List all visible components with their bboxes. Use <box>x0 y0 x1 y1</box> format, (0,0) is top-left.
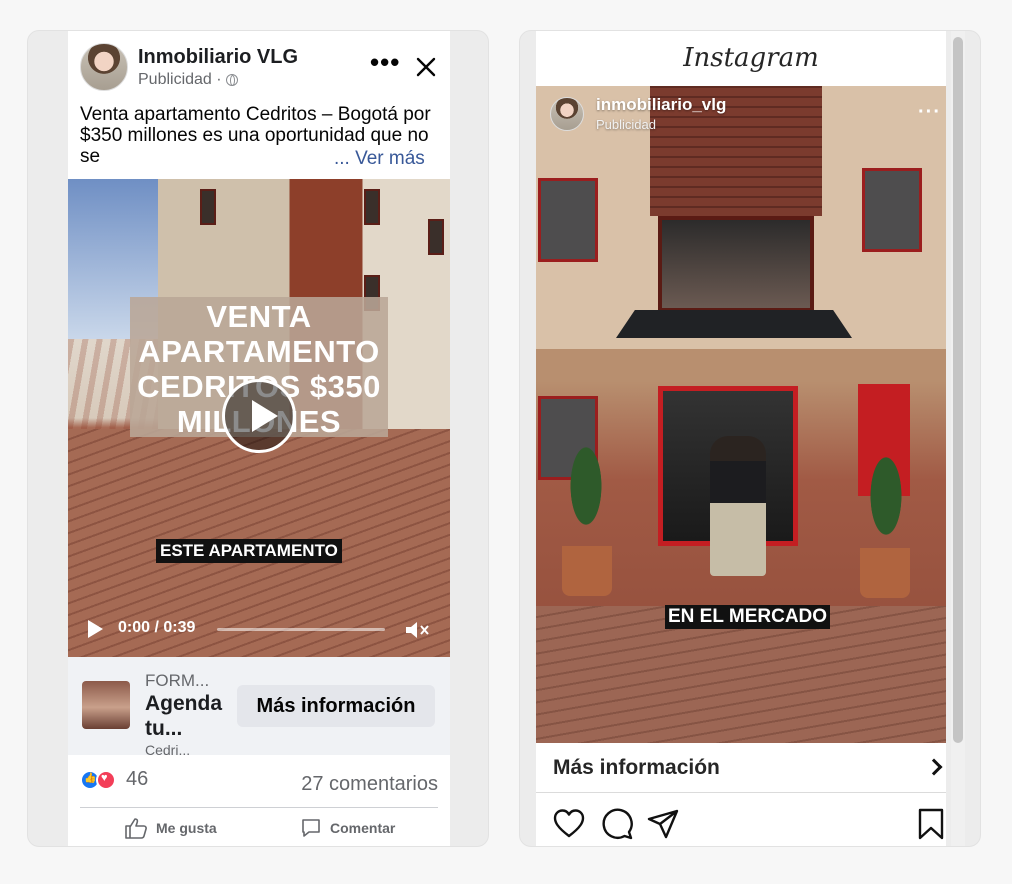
play-icon[interactable] <box>222 379 296 453</box>
reel-caption: EN EL MERCADO <box>665 605 831 629</box>
facebook-post: Inmobiliario VLG Publicidad · ••• Venta … <box>68 31 450 846</box>
side-window <box>538 178 598 262</box>
comments-count[interactable]: 27 comentarios <box>301 773 438 796</box>
more-info-label: Más información <box>553 756 720 779</box>
more-icon[interactable]: ··· <box>918 101 941 124</box>
plant <box>562 446 610 546</box>
post-header: Inmobiliario VLG Publicidad · ••• <box>68 31 450 101</box>
instagram-ad-preview: Instagram inmobiliario_vlg Publicidad ··… <box>519 30 981 847</box>
comment-icon <box>302 819 320 837</box>
sponsored-label: Publicidad · <box>138 71 238 89</box>
see-more-link[interactable]: ... Ver más <box>334 148 425 170</box>
heart-icon[interactable] <box>552 807 586 841</box>
like-label: Me gusta <box>156 820 217 836</box>
more-icon[interactable]: ••• <box>370 49 400 79</box>
entrance-awning <box>616 310 852 338</box>
cta-thumbnail <box>82 681 130 729</box>
upper-window <box>658 216 814 312</box>
action-bar <box>536 803 946 843</box>
instagram-logo: Instagram <box>683 43 819 73</box>
love-reaction-icon <box>96 769 116 790</box>
like-icon <box>125 818 147 839</box>
profile-avatar[interactable] <box>550 97 584 131</box>
scrollbar-thumb[interactable] <box>953 37 963 743</box>
globe-icon <box>225 74 238 86</box>
cta-title: Agenda tu... <box>145 692 223 740</box>
comment-label: Comentar <box>330 820 396 836</box>
sponsored-label: Publicidad <box>596 117 656 132</box>
cta-label: FORM... <box>145 671 210 690</box>
page-name[interactable]: Inmobiliario VLG <box>138 46 298 69</box>
instagram-post: Instagram inmobiliario_vlg Publicidad ··… <box>536 31 946 846</box>
more-info-button[interactable]: Más información <box>237 685 435 727</box>
comment-icon[interactable] <box>600 807 634 841</box>
play-control-icon[interactable] <box>88 620 103 638</box>
video-caption: ESTE APARTAMENTO <box>156 539 342 563</box>
username[interactable]: inmobiliario_vlg <box>596 95 726 115</box>
video-time: 0:00 / 0:39 <box>118 619 196 636</box>
plant <box>862 456 910 556</box>
person-walking <box>710 436 766 576</box>
bookmark-icon[interactable] <box>914 807 948 841</box>
cta-section: FORM... Agenda tu... Cedri... Más inform… <box>68 657 450 755</box>
building-window <box>428 219 444 255</box>
building-window <box>364 189 380 225</box>
reel-media[interactable] <box>536 86 946 743</box>
share-icon[interactable] <box>646 807 680 841</box>
video-player[interactable]: VENTA APARTAMENTO CEDRITOS $350 MILLONES… <box>68 179 450 657</box>
reactions-count: 46 <box>126 768 149 790</box>
building-window <box>200 189 216 225</box>
like-button[interactable]: Me gusta <box>124 817 217 839</box>
cta-subtitle: Cedri... <box>145 742 191 755</box>
plant-pot <box>860 548 910 598</box>
close-icon[interactable] <box>414 55 438 79</box>
page-avatar[interactable] <box>80 43 128 91</box>
chevron-right-icon <box>925 758 943 776</box>
facebook-ad-preview: Inmobiliario VLG Publicidad · ••• Venta … <box>27 30 489 847</box>
more-info-bar[interactable]: Más información <box>536 743 946 793</box>
reactions[interactable]: 46 <box>80 768 148 791</box>
plant-pot <box>562 546 612 596</box>
video-progress-bar[interactable] <box>217 628 385 631</box>
volume-mute-icon[interactable] <box>404 620 430 640</box>
divider <box>80 807 438 808</box>
side-window <box>862 168 922 252</box>
comment-button[interactable]: Comentar <box>300 817 395 839</box>
sponsored-text: Publicidad · <box>138 71 222 88</box>
